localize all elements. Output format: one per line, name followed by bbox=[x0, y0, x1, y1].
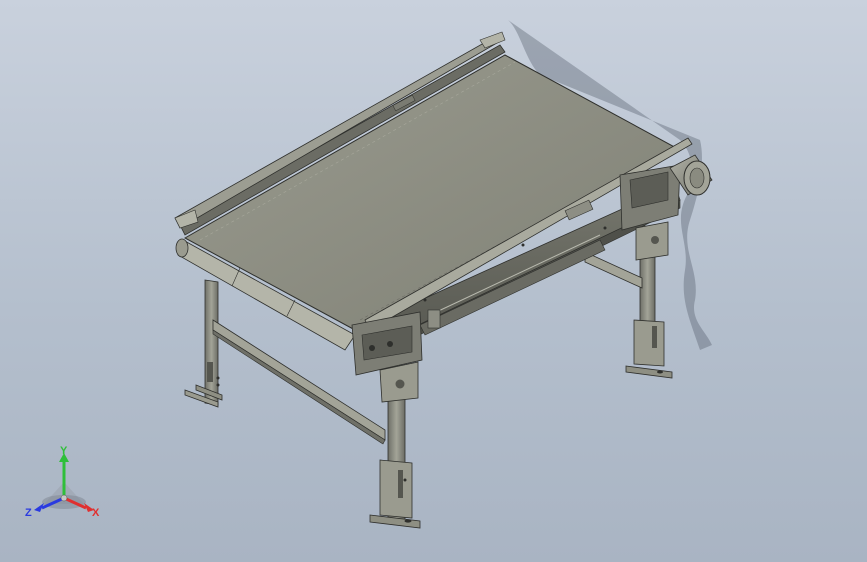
view-orientation-triad[interactable]: Y X Z bbox=[22, 446, 112, 526]
cad-viewport[interactable]: Y X Z bbox=[0, 0, 867, 562]
back-left-leg[interactable] bbox=[184, 279, 223, 408]
lower-cross-brace-right[interactable] bbox=[584, 251, 643, 289]
x-axis-label: X bbox=[92, 507, 100, 519]
z-axis-label: Z bbox=[25, 507, 32, 519]
y-axis-label: Y bbox=[60, 446, 68, 457]
conveyor-model[interactable] bbox=[0, 0, 867, 562]
